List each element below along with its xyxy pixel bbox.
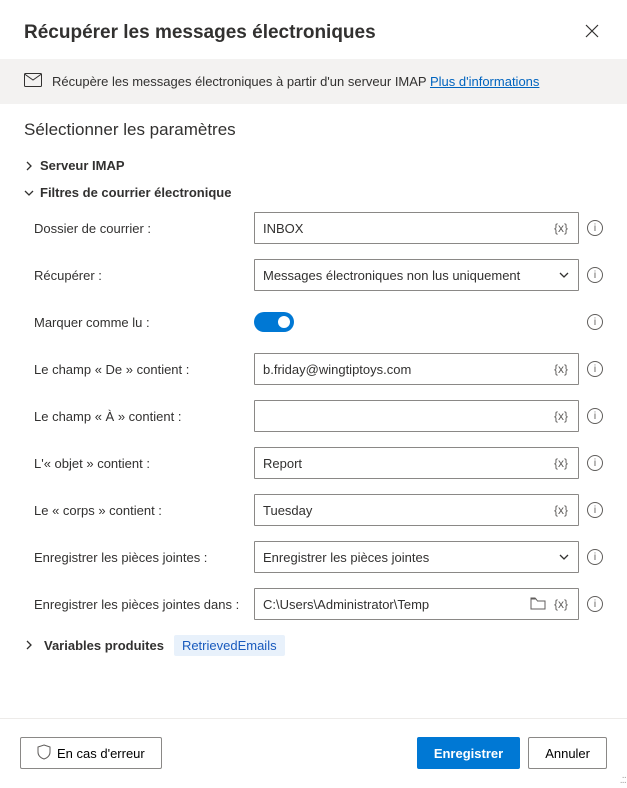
mail-folder-input[interactable]: INBOX {x} [254, 212, 579, 244]
row-mark-as-read: Marquer comme lu : i [24, 306, 603, 338]
to-input[interactable]: {x} [254, 400, 579, 432]
subject-value: Report [263, 456, 552, 471]
from-input[interactable]: b.friday@wingtiptoys.com {x} [254, 353, 579, 385]
label-body: Le « corps » contient : [24, 503, 254, 518]
save-attachments-path-value: C:\Users\Administrator\Temp [263, 597, 530, 612]
variable-chip[interactable]: RetrievedEmails [174, 635, 285, 656]
info-icon[interactable]: i [587, 549, 603, 565]
dialog-title: Récupérer les messages électroniques [24, 22, 376, 44]
row-retrieve: Récupérer : Messages électroniques non l… [24, 259, 603, 291]
save-attachments-path-input[interactable]: C:\Users\Administrator\Temp {x} [254, 588, 579, 620]
info-icon[interactable]: i [587, 361, 603, 377]
group-variables-produced[interactable]: Variables produites RetrievedEmails [24, 635, 603, 656]
row-save-attachments: Enregistrer les pièces jointes : Enregis… [24, 541, 603, 573]
info-text: Récupère les messages électroniques à pa… [52, 74, 539, 89]
row-from-contains: Le champ « De » contient : b.friday@wing… [24, 353, 603, 385]
chevron-down-icon [24, 188, 34, 198]
body-input[interactable]: Tuesday {x} [254, 494, 579, 526]
save-button[interactable]: Enregistrer [417, 737, 520, 769]
resize-grip-icon[interactable]: · ·· · · [619, 775, 625, 785]
row-subject-contains: L'« objet » contient : Report {x} i [24, 447, 603, 479]
on-error-button[interactable]: En cas d'erreur [20, 737, 162, 769]
variable-picker-icon[interactable]: {x} [552, 456, 570, 470]
variable-picker-icon[interactable]: {x} [552, 409, 570, 423]
more-info-link[interactable]: Plus d'informations [430, 74, 539, 89]
variable-picker-icon[interactable]: {x} [552, 221, 570, 235]
label-from: Le champ « De » contient : [24, 362, 254, 377]
label-subject: L'« objet » contient : [24, 456, 254, 471]
row-body-contains: Le « corps » contient : Tuesday {x} i [24, 494, 603, 526]
info-icon[interactable]: i [587, 455, 603, 471]
retrieve-select[interactable]: Messages électroniques non lus uniquemen… [254, 259, 579, 291]
label-mark-as-read: Marquer comme lu : [24, 315, 254, 330]
group-imap-label: Serveur IMAP [40, 158, 125, 173]
folder-browse-icon[interactable] [530, 596, 546, 613]
row-to-contains: Le champ « À » contient : {x} i [24, 400, 603, 432]
body-value: Tuesday [263, 503, 552, 518]
variable-picker-icon[interactable]: {x} [552, 597, 570, 611]
retrieve-value: Messages électroniques non lus uniquemen… [263, 268, 520, 283]
save-label: Enregistrer [434, 746, 503, 761]
label-save-attachments: Enregistrer les pièces jointes : [24, 550, 254, 565]
cancel-button[interactable]: Annuler [528, 737, 607, 769]
cancel-label: Annuler [545, 746, 590, 761]
save-attachments-select[interactable]: Enregistrer les pièces jointes [254, 541, 579, 573]
row-mail-folder: Dossier de courrier : INBOX {x} i [24, 212, 603, 244]
info-icon[interactable]: i [587, 408, 603, 424]
chevron-down-icon [558, 269, 570, 281]
mark-as-read-toggle[interactable] [254, 312, 294, 332]
label-mail-folder: Dossier de courrier : [24, 221, 254, 236]
info-icon[interactable]: i [587, 267, 603, 283]
save-attachments-value: Enregistrer les pièces jointes [263, 550, 429, 565]
variables-produced-label: Variables produites [44, 638, 164, 653]
mail-folder-value: INBOX [263, 221, 552, 236]
close-icon [585, 24, 599, 38]
info-icon[interactable]: i [587, 596, 603, 612]
variable-picker-icon[interactable]: {x} [552, 503, 570, 517]
row-save-attachments-into: Enregistrer les pièces jointes dans : C:… [24, 588, 603, 620]
label-to: Le champ « À » contient : [24, 409, 254, 424]
group-filters-label: Filtres de courrier électronique [40, 185, 231, 200]
dialog-footer: En cas d'erreur Enregistrer Annuler [0, 718, 627, 787]
label-save-attachments-into: Enregistrer les pièces jointes dans : [24, 597, 254, 612]
section-title: Sélectionner les paramètres [24, 120, 603, 140]
chevron-right-icon [24, 161, 34, 171]
info-icon[interactable]: i [587, 314, 603, 330]
info-bar: Récupère les messages électroniques à pa… [0, 59, 627, 104]
subject-input[interactable]: Report {x} [254, 447, 579, 479]
from-value: b.friday@wingtiptoys.com [263, 362, 552, 377]
group-imap-server[interactable]: Serveur IMAP [24, 158, 603, 173]
chevron-down-icon [558, 551, 570, 563]
label-retrieve: Récupérer : [24, 268, 254, 283]
on-error-label: En cas d'erreur [57, 746, 145, 761]
mail-icon [24, 73, 42, 90]
close-button[interactable] [581, 20, 603, 45]
info-icon[interactable]: i [587, 502, 603, 518]
shield-icon [37, 744, 51, 763]
chevron-right-icon [24, 638, 34, 653]
dialog-header: Récupérer les messages électroniques [0, 0, 627, 59]
group-email-filters[interactable]: Filtres de courrier électronique [24, 185, 603, 200]
info-icon[interactable]: i [587, 220, 603, 236]
variable-picker-icon[interactable]: {x} [552, 362, 570, 376]
dialog-content: Sélectionner les paramètres Serveur IMAP… [0, 104, 627, 718]
